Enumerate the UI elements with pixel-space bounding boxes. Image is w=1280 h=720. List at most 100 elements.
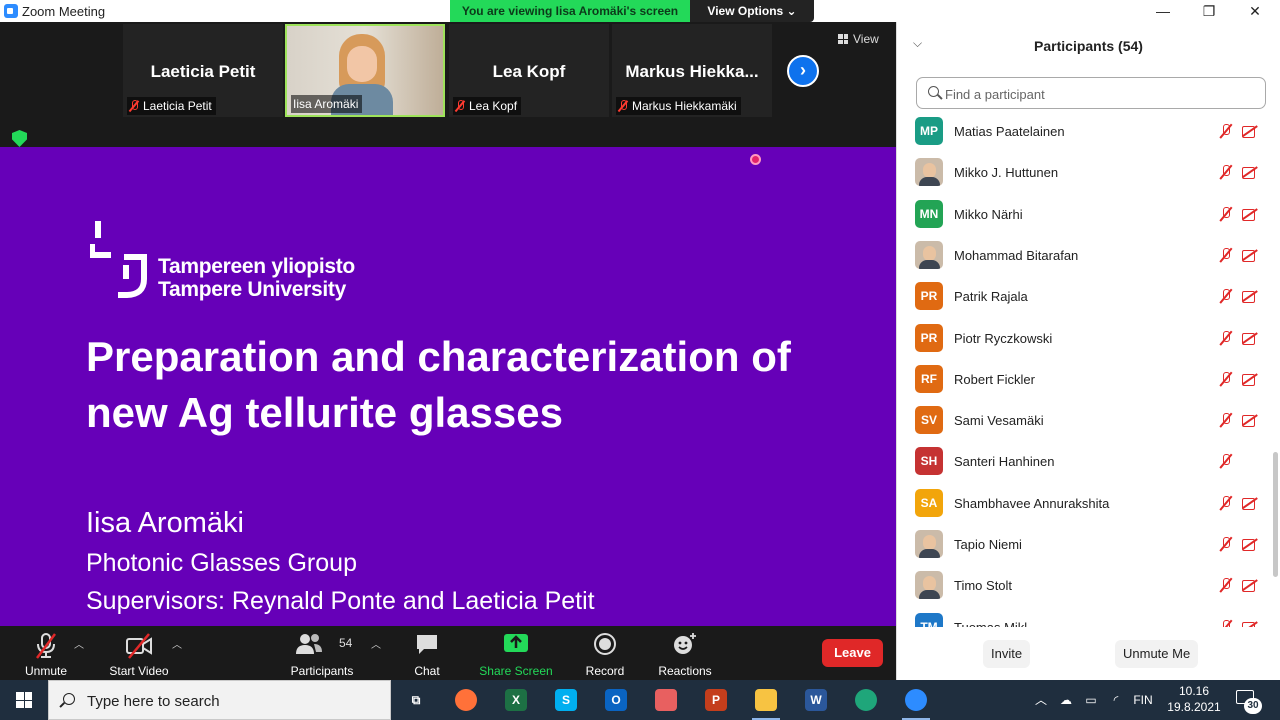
input-language-indicator[interactable]: FIN bbox=[1128, 680, 1158, 720]
thumbnail-label: Lea Kopf bbox=[469, 99, 518, 113]
taskbar-app-edge[interactable] bbox=[846, 684, 886, 716]
participant-row[interactable]: TM Tuomas Mikl... bbox=[897, 608, 1273, 627]
participant-initials-avatar: RF bbox=[915, 364, 943, 393]
taskbar-app-word[interactable]: W bbox=[796, 684, 836, 716]
mic-muted-icon bbox=[1219, 288, 1233, 304]
audio-options-chevron-icon[interactable]: ︿ bbox=[74, 636, 84, 651]
leave-meeting-button[interactable]: Leave bbox=[822, 639, 883, 667]
taskbar-app-file-explorer[interactable] bbox=[746, 684, 786, 720]
participant-row[interactable]: MN Mikko Närhi bbox=[897, 195, 1273, 236]
show-hidden-icons-chevron-icon[interactable]: ︿ bbox=[1034, 680, 1048, 720]
notification-center-icon[interactable]: 30 bbox=[1234, 688, 1262, 714]
participant-row[interactable]: PR Patrik Rajala bbox=[897, 277, 1273, 318]
unmute-me-button[interactable]: Unmute Me bbox=[1115, 640, 1199, 668]
participant-row[interactable]: MP Matias Paatelainen bbox=[897, 112, 1273, 153]
participant-name: Sami Vesamäki bbox=[954, 413, 1044, 429]
participant-row[interactable]: SV Sami Vesamäki bbox=[897, 401, 1273, 442]
participant-thumbnail-active-speaker[interactable]: Iisa Aromäki bbox=[285, 24, 445, 117]
participant-name: Tuomas Mikl... bbox=[954, 620, 1038, 627]
camera-off-icon bbox=[1242, 290, 1259, 304]
participants-label: Participants bbox=[290, 664, 354, 678]
start-video-button[interactable]: Start Video bbox=[104, 630, 174, 678]
participants-options-chevron-icon[interactable]: ︿ bbox=[371, 636, 381, 651]
view-label: View bbox=[853, 32, 879, 46]
chat-button[interactable]: Chat bbox=[404, 630, 450, 678]
restore-button[interactable]: ❐ bbox=[1186, 0, 1232, 22]
edge-icon bbox=[855, 689, 877, 711]
taskbar-search-input[interactable] bbox=[87, 691, 377, 711]
minimize-button[interactable]: — bbox=[1140, 0, 1186, 22]
participant-name: Tapio Niemi bbox=[954, 537, 1022, 552]
participant-row[interactable]: Mikko J. Huttunen bbox=[897, 153, 1273, 194]
participant-list-scrollbar[interactable] bbox=[1273, 452, 1278, 577]
participant-thumbnail[interactable]: Markus Hiekka... Markus Hiekkamäki bbox=[612, 24, 772, 117]
wifi-icon[interactable]: ◜ bbox=[1105, 680, 1127, 720]
participant-initials-avatar: SV bbox=[915, 406, 943, 435]
onedrive-cloud-icon[interactable]: ☁ bbox=[1055, 680, 1077, 720]
taskbar-app-powerpoint[interactable]: P bbox=[696, 684, 736, 716]
participant-row[interactable]: Timo Stolt bbox=[897, 566, 1273, 607]
thumbnail-display-name: Laeticia Petit bbox=[150, 62, 256, 81]
next-page-arrow-icon[interactable]: › bbox=[787, 55, 819, 87]
participant-initials-avatar: TM bbox=[915, 612, 943, 627]
mic-muted-icon bbox=[455, 100, 465, 112]
participant-thumbnail[interactable]: Lea Kopf Lea Kopf bbox=[449, 24, 609, 117]
battery-icon[interactable]: ▭ bbox=[1080, 680, 1102, 720]
mic-muted-icon bbox=[1219, 412, 1233, 428]
share-screen-button[interactable]: Share Screen bbox=[476, 630, 556, 678]
taskbar-app-excel[interactable]: X bbox=[496, 684, 536, 716]
thumbnail-display-name: Markus Hiekka... bbox=[625, 62, 759, 81]
camera-off-icon bbox=[1242, 414, 1259, 428]
word-icon: W bbox=[805, 689, 827, 711]
reactions-button[interactable]: Reactions bbox=[654, 630, 716, 678]
record-button[interactable]: Record bbox=[580, 630, 630, 678]
slide-group: Photonic Glasses Group bbox=[86, 549, 357, 577]
view-layout-button[interactable]: View bbox=[832, 28, 888, 50]
mic-muted-icon bbox=[1219, 577, 1233, 593]
mic-muted-icon bbox=[1219, 247, 1233, 263]
participant-search-field[interactable] bbox=[916, 77, 1266, 109]
participants-icon bbox=[296, 634, 322, 654]
participant-initials-avatar: PR bbox=[915, 282, 943, 311]
invite-button[interactable]: Invite bbox=[983, 640, 1031, 668]
chat-bubble-icon bbox=[417, 635, 437, 654]
taskbar-app-skype[interactable]: S bbox=[546, 684, 586, 716]
participant-name: Matias Paatelainen bbox=[954, 124, 1065, 139]
participant-name: Mikko Närhi bbox=[954, 206, 1023, 222]
encryption-shield-icon[interactable] bbox=[12, 130, 27, 147]
outlook-icon: O bbox=[605, 689, 627, 711]
close-button[interactable]: ✕ bbox=[1232, 0, 1278, 22]
participant-row[interactable]: PR Piotr Ryczkowski bbox=[897, 319, 1273, 360]
participant-row[interactable]: Tapio Niemi bbox=[897, 525, 1273, 566]
start-video-label: Start Video bbox=[109, 664, 169, 678]
participant-row[interactable]: RF Robert Fickler bbox=[897, 360, 1273, 401]
taskbar-app-outlook[interactable]: O bbox=[596, 684, 636, 716]
video-options-chevron-icon[interactable]: ︿ bbox=[172, 636, 182, 651]
participant-row[interactable]: Mohammad Bitarafan bbox=[897, 236, 1273, 277]
participant-list: MP Matias Paatelainen Mikko J. Huttunen MN M… bbox=[897, 112, 1273, 627]
participant-search-input[interactable] bbox=[945, 84, 1255, 104]
powerpoint-icon: P bbox=[705, 689, 727, 711]
system-clock[interactable]: 10.16 19.8.2021 bbox=[1162, 683, 1226, 717]
participants-button[interactable]: 54 Participants bbox=[284, 630, 360, 678]
unmute-button[interactable]: Unmute bbox=[16, 630, 76, 678]
participant-row[interactable]: SA Shambhavee Annurakshita bbox=[897, 484, 1273, 525]
mic-muted-icon bbox=[129, 100, 139, 112]
view-options-button[interactable]: View Options ⌄ bbox=[690, 0, 814, 22]
university-name: Tampereen yliopisto Tampere University bbox=[158, 255, 355, 301]
start-button[interactable] bbox=[0, 680, 48, 720]
taskbar-search-box[interactable] bbox=[48, 680, 391, 720]
clock-date: 19.8.2021 bbox=[1167, 700, 1221, 714]
taskbar-app-task-view[interactable]: ⧉ bbox=[396, 684, 436, 716]
chat-label: Chat bbox=[414, 664, 440, 678]
camera-off-icon bbox=[126, 633, 152, 659]
camera-off-icon bbox=[1242, 125, 1259, 138]
taskbar-app-zoom[interactable] bbox=[896, 684, 936, 720]
participant-initials-avatar: SA bbox=[915, 488, 943, 517]
participant-thumbnail[interactable]: Laeticia Petit Laeticia Petit bbox=[123, 24, 283, 117]
participant-row[interactable]: SH Santeri Hanhinen bbox=[897, 442, 1273, 483]
taskbar-app-firefox[interactable] bbox=[446, 684, 486, 716]
taskbar-app-paint[interactable] bbox=[646, 684, 686, 716]
notification-count-badge: 30 bbox=[1244, 698, 1262, 714]
search-icon bbox=[928, 86, 939, 97]
